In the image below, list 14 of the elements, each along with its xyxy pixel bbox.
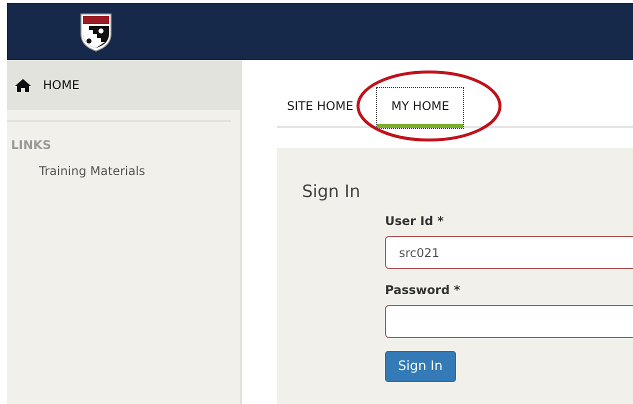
sidebar-link[interactable]: Training Materials (39, 164, 240, 178)
sign-in-button[interactable]: Sign In (385, 351, 456, 382)
input-field[interactable]: src021 (385, 236, 633, 269)
panel-title: Sign In (302, 182, 362, 202)
crest-logo (79, 12, 113, 52)
home-label: HOME (43, 78, 80, 92)
nav-tab[interactable]: MY HOME (377, 88, 464, 128)
input-field[interactable] (385, 305, 633, 338)
home-nav-item[interactable]: HOME (7, 60, 240, 110)
home-icon (15, 78, 31, 92)
field-label: User Id * (385, 214, 445, 228)
nav-tab[interactable]: SITE HOME (277, 88, 378, 128)
section-title: LINKS (11, 138, 52, 152)
field-label: Password * (385, 283, 462, 297)
